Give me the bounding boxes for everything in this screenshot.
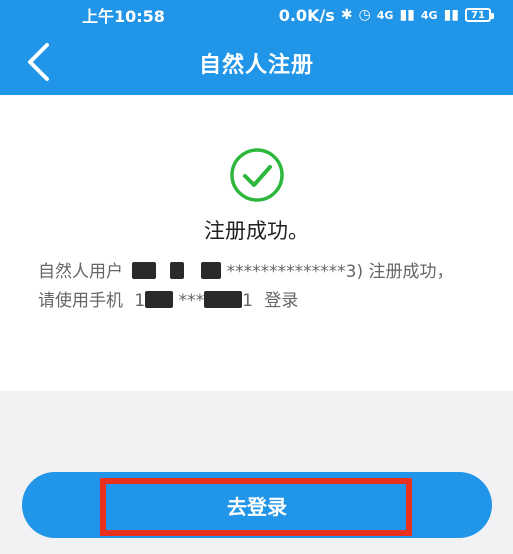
redacted-block (204, 291, 243, 308)
status-bar: 上午10:58 0.0K/s ✱ ◷ 4G ▮▮ 4G ▮▮ 71 (0, 0, 513, 30)
network-speed: 0.0K/s (278, 5, 335, 25)
bluetooth-icon: ✱ (340, 7, 353, 23)
signal-4g-b: 4G (420, 8, 438, 22)
redacted-block (169, 262, 184, 279)
success-message: 自然人用户 **************3) 注册成功， 请使用手机 1 ***… (38, 258, 478, 316)
message-prefix: 自然人用户 (38, 262, 123, 282)
success-title: 注册成功。 (204, 219, 309, 243)
phone-digit-1: 1 (134, 291, 146, 311)
go-login-label: 去登录 (227, 494, 287, 519)
message-line-1: 自然人用户 **************3) 注册成功， (38, 258, 478, 287)
phone-tail: 1 (242, 291, 253, 311)
message-line-2: 请使用手机 1 *** 1 登录 (38, 287, 478, 316)
redacted-block (201, 262, 222, 279)
masked-user-id: **************3) (226, 262, 364, 282)
nav-bar: 自然人注册 (0, 30, 513, 95)
signal-4g-a: 4G (376, 8, 394, 22)
check-circle-icon (230, 148, 284, 202)
phone-prefix: 请使用手机 (38, 291, 123, 311)
login-word: 登录 (264, 291, 299, 311)
battery-level: 71 (471, 9, 485, 21)
signal-bars-icon: ▮▮ (399, 7, 415, 23)
status-time: 上午10:58 (82, 7, 165, 26)
redacted-block (145, 291, 174, 308)
battery-icon: 71 (465, 8, 494, 22)
chevron-left-icon (28, 43, 49, 81)
go-login-button[interactable]: 去登录 (22, 472, 492, 538)
redacted-block (132, 262, 157, 279)
app-bar: 上午10:58 0.0K/s ✱ ◷ 4G ▮▮ 4G ▮▮ 71 自然人注册 (0, 0, 513, 95)
result-card: 注册成功。 自然人用户 **************3) 注册成功， 请使用手机… (0, 95, 513, 391)
back-button[interactable] (14, 38, 62, 86)
alarm-icon: ◷ (358, 7, 371, 23)
signal-bars-icon: ▮▮ (443, 7, 459, 23)
message-suffix: 注册成功， (368, 262, 454, 282)
page-title: 自然人注册 (198, 52, 314, 78)
phone-mask: *** (178, 291, 205, 311)
status-indicators: 0.0K/s ✱ ◷ 4G ▮▮ 4G ▮▮ 71 (278, 5, 494, 25)
